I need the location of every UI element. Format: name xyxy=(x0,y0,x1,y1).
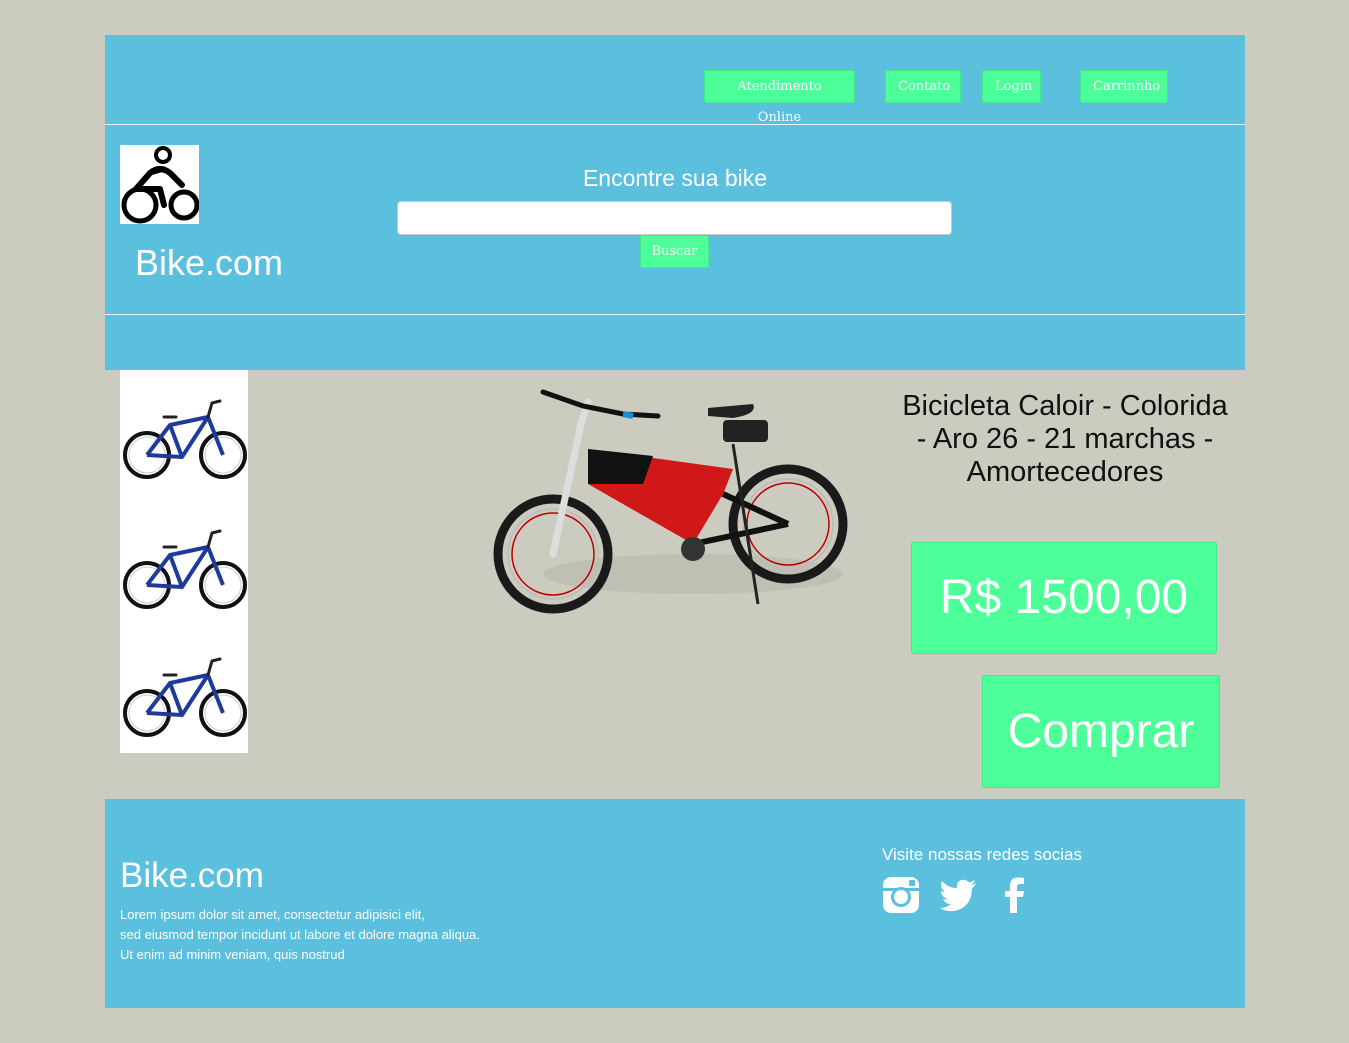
search-button[interactable]: Buscar xyxy=(640,235,709,268)
product-price: R$ 1500,00 xyxy=(911,542,1217,654)
facebook-icon[interactable] xyxy=(995,875,1035,915)
atendimento-online-button[interactable]: Atendimento Online xyxy=(704,70,855,125)
header: Bike.com Encontre sua bike Buscar xyxy=(105,125,1245,315)
sub-bar xyxy=(105,315,1245,370)
product-thumbnail[interactable] xyxy=(120,515,248,625)
thumbnail-strip xyxy=(120,370,248,753)
footer-brand: Bike.com xyxy=(120,856,264,895)
social-title: Visite nossas redes socias xyxy=(882,845,1083,864)
product-main-image xyxy=(493,389,848,614)
search-input[interactable] xyxy=(397,201,952,235)
product-title: Bicicleta Caloir - Colorida - Aro 26 - 2… xyxy=(902,390,1228,488)
footer-text-line: sed eiusmod tempor incidunt ut labore et… xyxy=(120,927,480,942)
footer: Bike.com Lorem ipsum dolor sit amet, con… xyxy=(105,799,1245,1008)
footer-text: Lorem ipsum dolor sit amet, consectetur … xyxy=(120,905,480,965)
footer-text-line: Ut enim ad minim veniam, quis nostrud xyxy=(120,947,345,962)
product-thumbnail[interactable] xyxy=(120,385,248,495)
buy-button[interactable]: Comprar xyxy=(982,675,1220,788)
brand-name[interactable]: Bike.com xyxy=(135,242,283,284)
twitter-icon[interactable] xyxy=(938,875,978,915)
search-title: Encontre sua bike xyxy=(582,165,768,191)
instagram-icon[interactable] xyxy=(881,875,921,915)
contato-button[interactable]: Contato xyxy=(885,70,961,103)
product-thumbnail[interactable] xyxy=(120,643,248,753)
top-bar: Atendimento Online Contato Login Carrinn… xyxy=(105,35,1245,125)
carrinho-button[interactable]: Carrinnho xyxy=(1080,70,1168,103)
product-section: Bicicleta Caloir - Colorida - Aro 26 - 2… xyxy=(105,370,1245,799)
login-button[interactable]: Login xyxy=(982,70,1041,103)
footer-text-line: Lorem ipsum dolor sit amet, consectetur … xyxy=(120,907,425,922)
page: Atendimento Online Contato Login Carrinn… xyxy=(105,35,1245,1008)
